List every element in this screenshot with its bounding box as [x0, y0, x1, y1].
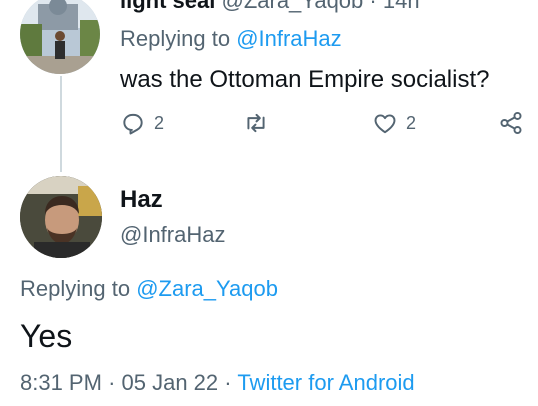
- author-handle[interactable]: @InfraHaz: [120, 222, 225, 248]
- tweet-time[interactable]: 8:31 PM: [20, 370, 102, 395]
- reply-display-name[interactable]: light seal: [120, 0, 215, 13]
- avatar-light-seal[interactable]: [20, 0, 100, 74]
- main-tweet-text: Yes: [20, 318, 73, 354]
- avatar-haz[interactable]: [20, 176, 102, 258]
- replying-to-line: Replying to @InfraHaz: [120, 26, 342, 52]
- reply-button[interactable]: 2: [120, 110, 164, 136]
- share-icon: [500, 111, 522, 135]
- thread-connector-line: [60, 76, 62, 172]
- reply-tweet-text: was the Ottoman Empire socialist?: [120, 66, 490, 93]
- replying-handle-link[interactable]: @InfraHaz: [236, 26, 341, 51]
- avatar-photo-icon: [20, 176, 102, 258]
- tweet-source-link[interactable]: Twitter for Android: [237, 370, 414, 395]
- replying-prefix: Replying to: [20, 276, 137, 301]
- replying-handle-link[interactable]: @Zara_Yaqob: [136, 276, 278, 301]
- avatar-photo-icon: [20, 0, 100, 74]
- reply-time[interactable]: 14h: [383, 0, 420, 13]
- tweet-metadata: 8:31 PM · 05 Jan 22 · Twitter for Androi…: [20, 370, 415, 396]
- reply-count: 2: [154, 112, 165, 133]
- tweet-date[interactable]: 05 Jan 22: [122, 370, 219, 395]
- author-display-name[interactable]: Haz: [120, 186, 163, 214]
- separator-dot: ·: [108, 370, 116, 395]
- share-button[interactable]: [498, 110, 524, 136]
- replying-prefix: Replying to: [120, 26, 237, 51]
- heart-icon: [374, 114, 396, 134]
- reply-icon: [123, 113, 143, 135]
- retweet-icon: [247, 113, 265, 133]
- reply-tweet-header: light seal @Zara_Yaqob · 14h: [120, 0, 420, 14]
- reply-handle[interactable]: @Zara_Yaqob: [221, 0, 363, 13]
- replying-to-line: Replying to @Zara_Yaqob: [20, 276, 278, 302]
- retweet-button[interactable]: [242, 110, 270, 136]
- separator-dot: ·: [369, 0, 377, 13]
- like-button[interactable]: 2: [372, 110, 416, 136]
- separator-dot: ·: [224, 370, 232, 395]
- like-count: 2: [406, 112, 417, 133]
